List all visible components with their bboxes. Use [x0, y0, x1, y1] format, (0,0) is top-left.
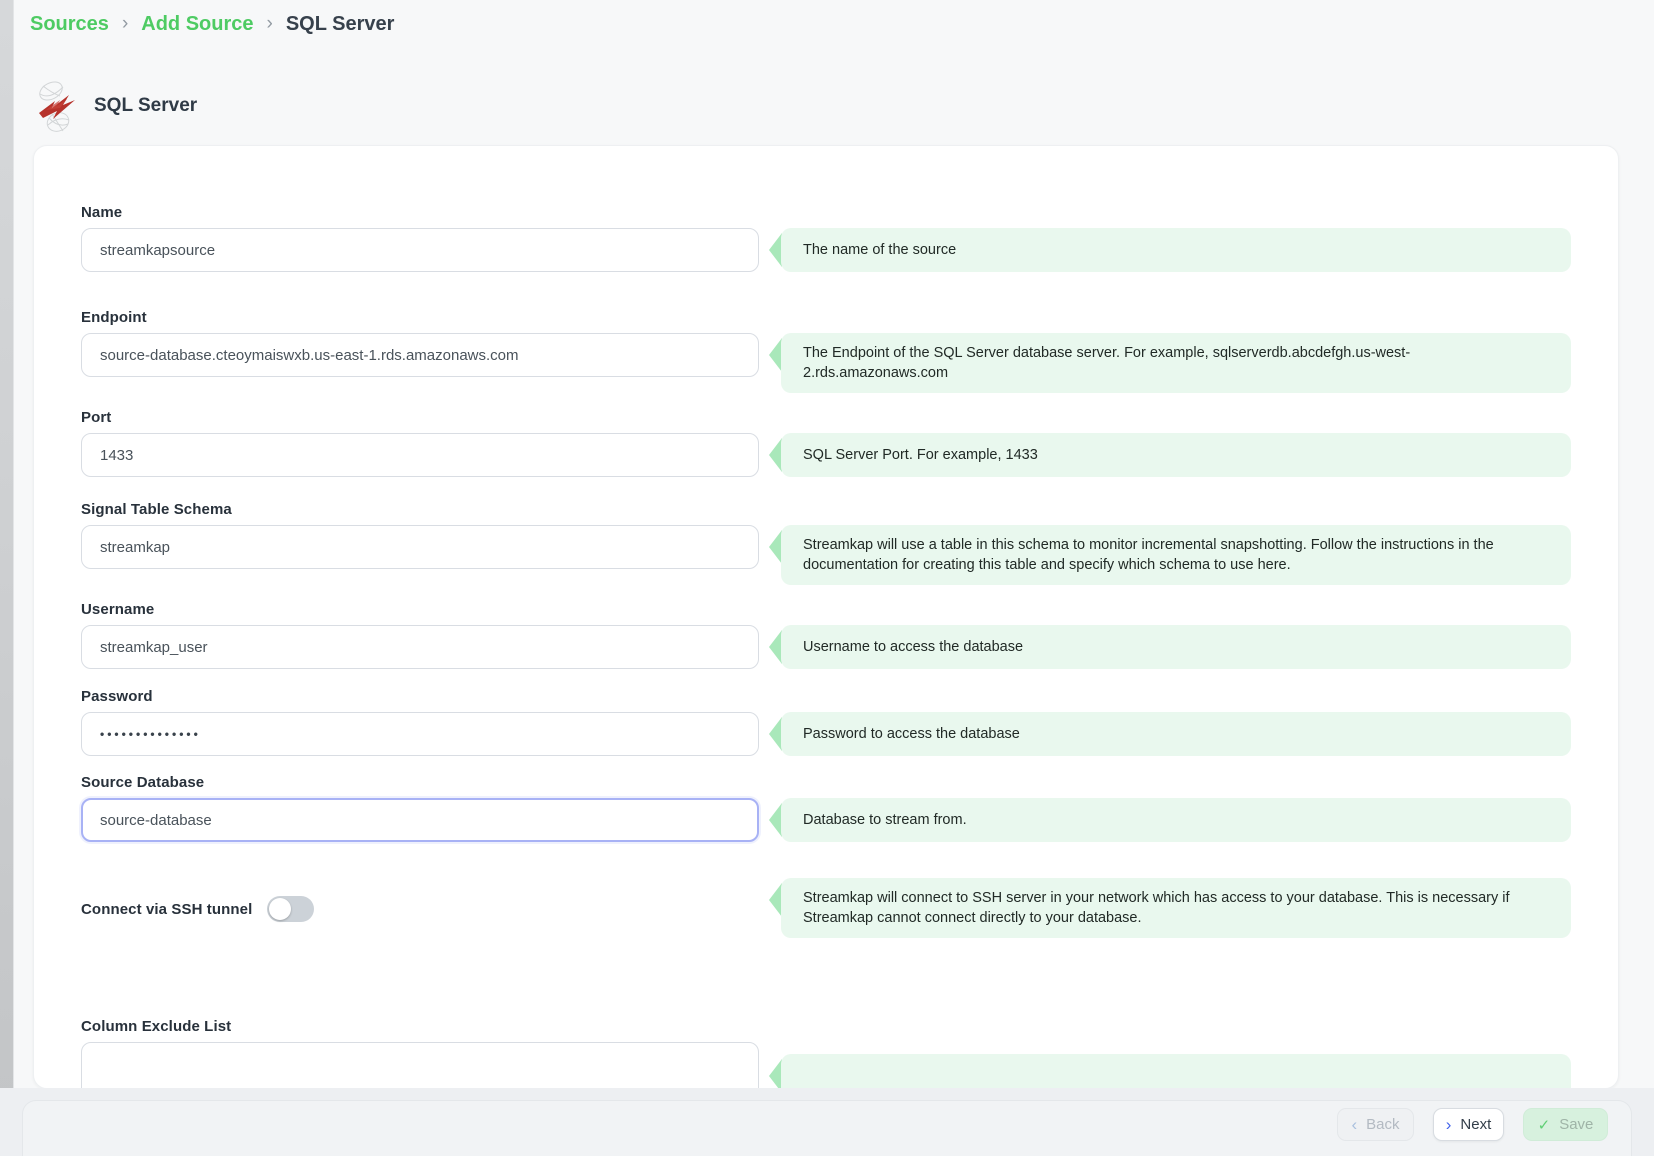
name-tooltip: The name of the source — [769, 228, 1571, 272]
field-column-exclude-list: Column Exclude List — [81, 1018, 1571, 1089]
endpoint-tooltip: The Endpoint of the SQL Server database … — [769, 333, 1571, 393]
footer-buttons: ‹ Back › Next ✓ Save — [1337, 1108, 1608, 1141]
breadcrumb-add-source-link[interactable]: Add Source — [141, 13, 253, 36]
page-title: SQL Server — [94, 95, 197, 117]
source-database-label: Source Database — [81, 774, 1571, 791]
username-tooltip-text: Username to access the database — [781, 625, 1571, 669]
source-database-tooltip-text: Database to stream from. — [781, 798, 1571, 842]
save-button[interactable]: ✓ Save — [1523, 1108, 1608, 1141]
next-button[interactable]: › Next — [1433, 1108, 1504, 1141]
ssh-tunnel-label: Connect via SSH tunnel — [81, 901, 252, 918]
username-input[interactable] — [81, 625, 759, 669]
save-button-label: Save — [1559, 1116, 1593, 1133]
source-database-tooltip: Database to stream from. — [769, 798, 1571, 842]
signal-table-schema-tooltip: Streamkap will use a table in this schem… — [769, 525, 1571, 585]
field-source-database: Source Database Database to stream from. — [81, 774, 1571, 842]
ssh-tunnel-tooltip-text: Streamkap will connect to SSH server in … — [781, 878, 1571, 938]
field-password: Password Password to access the database — [81, 688, 1571, 756]
sql-server-logo-icon — [36, 80, 78, 132]
ssh-tunnel-row: Connect via SSH tunnel Streamkap will co… — [81, 878, 1571, 940]
signal-table-schema-input[interactable] — [81, 525, 759, 569]
chevron-right-icon: › — [122, 13, 128, 35]
chevron-right-icon: › — [267, 13, 273, 35]
field-port: Port SQL Server Port. For example, 1433 — [81, 409, 1571, 477]
password-tooltip: Password to access the database — [769, 712, 1571, 756]
chevron-right-icon: › — [1446, 1115, 1452, 1135]
field-username: Username Username to access the database — [81, 601, 1571, 669]
field-endpoint: Endpoint The Endpoint of the SQL Server … — [81, 309, 1571, 393]
source-config-card: Name The name of the source Endpoint The… — [33, 145, 1619, 1089]
next-button-label: Next — [1460, 1116, 1491, 1133]
port-tooltip: SQL Server Port. For example, 1433 — [769, 433, 1571, 477]
signal-table-schema-label: Signal Table Schema — [81, 501, 1571, 518]
name-label: Name — [81, 204, 1571, 221]
password-label: Password — [81, 688, 1571, 705]
signal-table-schema-tooltip-text: Streamkap will use a table in this schem… — [781, 525, 1571, 585]
check-icon: ✓ — [1538, 1116, 1551, 1134]
column-exclude-list-input[interactable] — [81, 1042, 759, 1089]
field-signal-table-schema: Signal Table Schema Streamkap will use a… — [81, 501, 1571, 585]
username-tooltip: Username to access the database — [769, 625, 1571, 669]
window-edge-artifact — [0, 0, 14, 1156]
source-header: SQL Server — [36, 80, 197, 132]
endpoint-tooltip-text: The Endpoint of the SQL Server database … — [781, 333, 1571, 393]
back-button[interactable]: ‹ Back — [1337, 1108, 1414, 1141]
source-database-input[interactable] — [81, 798, 759, 842]
password-tooltip-text: Password to access the database — [781, 712, 1571, 756]
endpoint-input[interactable] — [81, 333, 759, 377]
column-exclude-tooltip-box — [781, 1054, 1571, 1089]
field-name: Name The name of the source — [81, 204, 1571, 272]
back-button-label: Back — [1366, 1116, 1399, 1133]
add-source-page: Sources › Add Source › SQL Server SQ — [0, 0, 1654, 1156]
chevron-left-icon: ‹ — [1351, 1115, 1357, 1135]
breadcrumb-current: SQL Server — [286, 13, 395, 36]
name-input[interactable] — [81, 228, 759, 272]
ssh-tunnel-tooltip: Streamkap will connect to SSH server in … — [769, 878, 1571, 938]
port-label: Port — [81, 409, 1571, 426]
breadcrumb: Sources › Add Source › SQL Server — [30, 13, 394, 36]
breadcrumb-sources-link[interactable]: Sources — [30, 13, 109, 36]
endpoint-label: Endpoint — [81, 309, 1571, 326]
port-input[interactable] — [81, 433, 759, 477]
port-tooltip-text: SQL Server Port. For example, 1433 — [781, 433, 1571, 477]
password-input[interactable] — [81, 712, 759, 756]
column-exclude-tooltip-clipped — [769, 1054, 1571, 1089]
username-label: Username — [81, 601, 1571, 618]
name-tooltip-text: The name of the source — [781, 228, 1571, 272]
toggle-knob — [269, 898, 291, 920]
ssh-tunnel-toggle[interactable] — [267, 896, 314, 922]
column-exclude-list-label: Column Exclude List — [81, 1018, 1571, 1035]
